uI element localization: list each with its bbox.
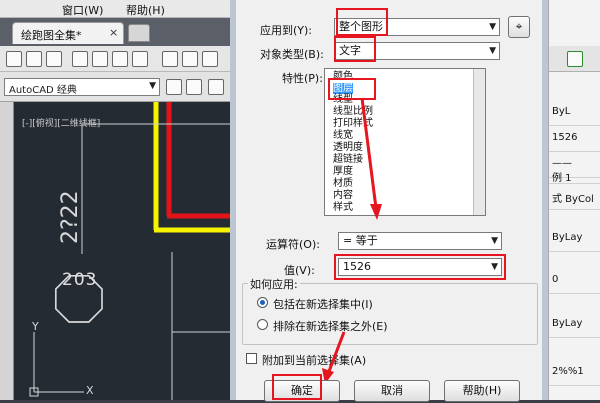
document-tab-label: 绘跑图全集* xyxy=(21,29,82,42)
operator-select[interactable]: = 等于 ▼ xyxy=(338,232,502,250)
object-type-value: 文字 xyxy=(339,44,361,57)
layer-icon[interactable] xyxy=(208,79,224,95)
ok-button[interactable]: 确定 xyxy=(264,380,340,402)
quick-select-dialog: 应用到(Y): 整个图形 ▼ ⌖ 对象类型(B): 文字 ▼ 特性(P): 颜色… xyxy=(230,0,548,402)
apply-to-select[interactable]: 整个图形 ▼ xyxy=(334,18,500,36)
gear-icon[interactable] xyxy=(166,79,182,95)
chevron-down-icon: ▼ xyxy=(491,262,498,272)
copy-icon[interactable] xyxy=(182,51,198,67)
object-type-select[interactable]: 文字 ▼ xyxy=(334,42,500,60)
properties-label: 特性(P): xyxy=(282,72,323,85)
new-tab-button[interactable] xyxy=(128,24,150,42)
apply-to-value: 整个图形 xyxy=(339,20,383,33)
axis-y-label: Y xyxy=(32,320,39,333)
radio-exclude[interactable] xyxy=(257,319,268,330)
plot-icon[interactable] xyxy=(132,51,148,67)
property-item[interactable]: 样式 xyxy=(333,202,353,213)
append-checkbox[interactable] xyxy=(246,353,257,364)
red-arrow-1 xyxy=(360,97,382,220)
property-item[interactable]: 线宽 xyxy=(333,130,353,141)
how-apply-label: 如何应用: xyxy=(248,276,300,292)
document-tab[interactable]: 绘跑图全集* × xyxy=(12,22,124,44)
property-item[interactable]: 厚度 xyxy=(333,166,353,177)
chevron-down-icon: ▼ xyxy=(489,22,496,32)
print-icon[interactable] xyxy=(72,51,88,67)
publish-icon[interactable] xyxy=(112,51,128,67)
new-file-icon[interactable] xyxy=(6,51,22,67)
operator-label: 运算符(O): xyxy=(266,238,320,251)
cut-icon[interactable] xyxy=(162,51,178,67)
operator-value: = 等于 xyxy=(343,234,378,247)
axis-x-label: X xyxy=(86,384,94,397)
chevron-down-icon: ▼ xyxy=(491,236,498,246)
property-row[interactable]: 2%%1 xyxy=(549,360,600,386)
help-button[interactable]: 帮助(H) xyxy=(444,380,520,402)
menu-help[interactable]: 帮助(H) xyxy=(126,2,165,18)
chevron-down-icon: ▼ xyxy=(489,46,496,56)
cancel-button[interactable]: 取消 xyxy=(354,380,430,402)
close-icon[interactable]: × xyxy=(109,26,118,39)
properties-scrollbar[interactable] xyxy=(473,69,485,215)
menu-bar: 窗口(W) 帮助(H) xyxy=(0,0,230,18)
properties-palette: ByL 1526 —— 例 1 式 ByCol ByLay 0 ByLay 2%… xyxy=(548,0,600,400)
select-objects-button[interactable]: ⌖ xyxy=(508,16,530,38)
how-apply-group: 包括在新选择集中(I) 排除在新选择集之外(E) xyxy=(242,283,538,345)
properties-toolbar xyxy=(549,46,600,72)
properties-list[interactable]: 颜色 图层 线型 线型比例 打印样式 线宽 透明度 超链接 厚度 材质 内容 样… xyxy=(324,68,486,216)
workspace-toolbar: AutoCAD 经典 ▼ xyxy=(0,72,230,102)
save-icon[interactable] xyxy=(46,51,62,67)
apply-to-label: 应用到(Y): xyxy=(260,24,313,37)
paste-icon[interactable] xyxy=(202,51,218,67)
add-icon[interactable] xyxy=(567,51,583,67)
red-arrow-2 xyxy=(322,331,346,384)
dimension-text: 2?22 xyxy=(58,190,83,244)
property-item[interactable]: 颜色 xyxy=(333,71,353,82)
property-row[interactable]: 0 xyxy=(549,268,600,294)
standard-toolbar xyxy=(0,46,230,72)
property-row[interactable]: 式 ByCol xyxy=(549,184,600,210)
open-folder-icon[interactable] xyxy=(26,51,42,67)
drawing-canvas[interactable]: [-][俯视][二维线框] 2?22 203 Y X xyxy=(14,102,230,400)
draw-tool-strip xyxy=(0,102,14,400)
property-row[interactable]: ByLay xyxy=(549,226,600,252)
print-preview-icon[interactable] xyxy=(92,51,108,67)
tag-text: 203 xyxy=(62,270,98,290)
workspace-select-value: AutoCAD 经典 xyxy=(9,85,77,96)
value-text: 1526 xyxy=(343,260,371,273)
cursor-select-icon: ⌖ xyxy=(515,19,523,33)
viewport-label[interactable]: [-][俯视][二维线框] xyxy=(22,116,100,129)
property-item[interactable]: 材质 xyxy=(333,178,353,189)
property-row[interactable]: ByL xyxy=(549,100,600,126)
chevron-down-icon: ▼ xyxy=(149,81,156,91)
radio-include-label[interactable]: 包括在新选择集中(I) xyxy=(273,296,373,312)
property-row[interactable]: ByLay xyxy=(549,312,600,338)
radio-include[interactable] xyxy=(257,297,268,308)
menu-window[interactable]: 窗口(W) xyxy=(62,2,103,18)
property-row[interactable]: 1526 xyxy=(549,126,600,152)
object-type-label: 对象类型(B): xyxy=(260,48,324,61)
value-select[interactable]: 1526 ▼ xyxy=(338,258,502,276)
property-row[interactable]: 例 1 xyxy=(549,166,600,184)
property-item[interactable]: 线型 xyxy=(333,94,353,105)
drawing-svg xyxy=(29,102,230,400)
property-item-selected[interactable]: 图层 xyxy=(333,83,353,94)
workspace-select[interactable]: AutoCAD 经典 ▼ xyxy=(4,78,160,96)
document-tab-bar: 绘跑图全集* × xyxy=(0,18,230,46)
workspace-icon[interactable] xyxy=(186,79,202,95)
property-item[interactable]: 内容 xyxy=(333,190,353,201)
